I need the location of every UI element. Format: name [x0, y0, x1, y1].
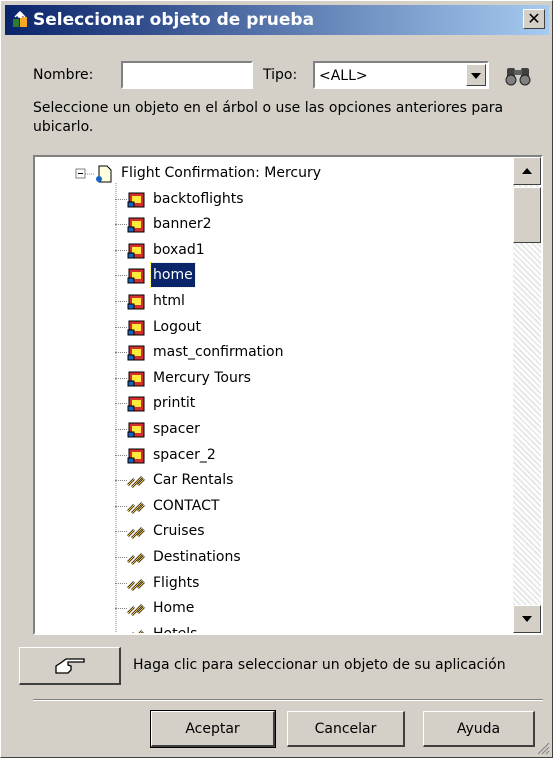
link-icon — [127, 527, 145, 540]
tree-item-label: spacer — [153, 421, 200, 437]
image-icon — [127, 345, 145, 361]
tree-connector — [115, 480, 127, 482]
tree-connector — [115, 301, 127, 302]
tree-connector — [115, 505, 127, 507]
nombre-label: Nombre: — [33, 67, 94, 83]
image-icon — [127, 422, 145, 438]
object-tree[interactable]: Flight Confirmation: Mercury backtoflight… — [33, 155, 543, 635]
tree-item-label: banner2 — [153, 216, 212, 233]
tipo-select[interactable]: <ALL> — [313, 61, 489, 89]
image-icon — [127, 320, 145, 336]
tree-item-label: html — [153, 293, 185, 309]
tree-list: Flight Confirmation: Mercury backtoflight… — [35, 157, 513, 633]
tree-item-label: home — [150, 262, 196, 289]
tree-item-label: spacer_2 — [153, 446, 216, 463]
link-icon — [127, 501, 145, 514]
tree-item-label: mast_confirmation — [153, 344, 284, 361]
scroll-thumb[interactable] — [513, 187, 541, 243]
object-spy-button[interactable] — [19, 647, 121, 685]
title-bar[interactable]: Seleccionar objeto de prueba ✕ — [5, 5, 549, 35]
tree-item-label: Home — [153, 600, 195, 617]
tree-item-label: CONTACT — [153, 497, 220, 514]
image-icon — [127, 371, 145, 387]
tree-item-label: Mercury Tours — [153, 369, 251, 386]
link-icon — [127, 578, 145, 591]
object-spy-label: Haga clic para seleccionar un objeto de … — [133, 657, 506, 673]
tipo-label: Tipo: — [263, 67, 298, 83]
nombre-input[interactable] — [121, 61, 253, 89]
tree-connector — [115, 403, 127, 405]
image-icon — [127, 294, 145, 310]
tipo-value: <ALL> — [319, 68, 368, 84]
image-icon — [127, 192, 145, 208]
vertical-scrollbar[interactable] — [513, 157, 541, 633]
window-title: Seleccionar objeto de prueba — [33, 10, 315, 30]
binoculars-icon — [505, 68, 531, 86]
scroll-up-icon[interactable] — [513, 157, 541, 185]
image-icon — [127, 448, 145, 464]
image-icon — [127, 268, 145, 284]
resize-grip-icon[interactable] — [536, 741, 550, 755]
tree-connector — [115, 531, 127, 533]
tree-item-label: Cruises — [153, 523, 205, 540]
tree-connector — [115, 326, 127, 328]
scroll-down-icon[interactable] — [513, 605, 541, 633]
tree-connector — [115, 198, 127, 200]
tree-connector — [115, 429, 127, 430]
tree-item-label: Logout — [153, 318, 201, 335]
dropdown-arrow-icon[interactable] — [466, 64, 486, 86]
tree-item-label: backtoflights — [153, 190, 244, 207]
page-icon — [96, 165, 112, 183]
tree-item-label: boxad1 — [153, 241, 205, 258]
pointing-hand-icon — [55, 658, 85, 674]
tree-item-label: Car Rentals — [153, 472, 234, 489]
test-object-icon — [13, 11, 27, 27]
tree-connector — [115, 249, 127, 251]
close-button[interactable]: ✕ — [523, 9, 545, 29]
image-icon — [127, 217, 145, 233]
tree-item-label: Flights — [153, 574, 200, 591]
tree-item-label: Hotels — [151, 622, 199, 633]
dialog-window: Seleccionar objeto de prueba ✕ Nombre: T… — [0, 0, 553, 758]
tree-item-label: Flight Confirmation: Mercury — [121, 165, 322, 181]
tree-item-label: Destinations — [153, 549, 241, 565]
link-icon — [132, 629, 145, 633]
tree-item-label: printit — [153, 395, 196, 412]
tree-connector — [115, 557, 127, 558]
tree-connector — [115, 275, 127, 277]
image-icon — [127, 243, 145, 259]
tree-connector — [115, 454, 127, 456]
tree-connector — [115, 224, 127, 226]
separator — [33, 699, 543, 701]
tree-connector — [115, 352, 127, 354]
tree-connector — [115, 608, 127, 610]
link-icon — [127, 553, 145, 565]
link-icon — [127, 476, 145, 489]
cancel-button[interactable]: Cancelar — [287, 711, 405, 747]
find-button[interactable] — [501, 59, 535, 91]
tree-connector — [115, 377, 127, 379]
ok-button[interactable]: Aceptar — [150, 710, 276, 748]
tree-connector — [115, 582, 127, 584]
link-icon — [127, 604, 145, 617]
image-icon — [127, 396, 145, 412]
help-button[interactable]: Ayuda — [423, 711, 535, 747]
instructions-text: Seleccione un objeto en el árbol o use l… — [33, 100, 504, 135]
